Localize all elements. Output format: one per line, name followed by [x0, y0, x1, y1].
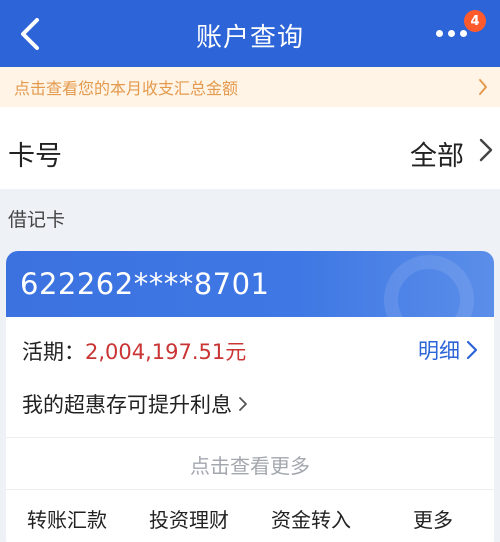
card-filter-label: 卡号 — [8, 141, 62, 172]
chevron-right-icon — [479, 79, 487, 95]
monthly-summary-notice[interactable]: 点击查看您的本月收支汇总金额 — [0, 67, 500, 107]
detail-button[interactable]: 明细 — [418, 335, 478, 365]
balance-label: 活期： — [22, 340, 85, 364]
page-title: 账户查询 — [195, 23, 304, 53]
account-number: 622262****8701 — [20, 267, 270, 301]
card-filter-row[interactable]: 卡号 全部 — [0, 107, 500, 189]
section-label-debit-card: 借记卡 — [8, 209, 66, 231]
detail-label: 明细 — [418, 339, 460, 363]
transfer-button[interactable]: 转账汇款 — [6, 504, 128, 533]
promo-text: 我的超惠存可提升利息 — [22, 393, 232, 417]
more-actions-button[interactable]: 更多 — [372, 504, 494, 533]
promo-link[interactable]: 我的超惠存可提升利息 — [22, 389, 248, 419]
invest-button[interactable]: 投资理财 — [128, 504, 250, 533]
chevron-right-icon — [479, 138, 493, 162]
more-button[interactable]: 4 — [436, 10, 486, 50]
balance-amount: 2,004,197.51元 — [85, 340, 247, 364]
view-more-button[interactable]: 点击查看更多 — [6, 450, 494, 479]
chevron-right-icon — [239, 397, 247, 411]
balance-row: 活期：2,004,197.51元 — [22, 336, 246, 366]
notification-badge: 4 — [464, 10, 486, 32]
card-filter-value: 全部 — [410, 141, 464, 172]
notice-text: 点击查看您的本月收支汇总金额 — [14, 79, 239, 98]
app-header: 账户查询 4 — [0, 0, 500, 67]
bank-watermark-icon — [384, 255, 474, 345]
chevron-right-icon — [466, 340, 478, 360]
more-dots-icon — [436, 30, 474, 40]
account-card: 622262****8701 活期：2,004,197.51元 明细 我的超惠存… — [6, 251, 494, 542]
account-card-header[interactable]: 622262****8701 — [6, 251, 494, 345]
divider — [6, 489, 494, 490]
fund-transfer-in-button[interactable]: 资金转入 — [250, 504, 372, 533]
divider — [6, 437, 494, 438]
action-bar: 转账汇款 投资理财 资金转入 更多 — [6, 504, 494, 533]
